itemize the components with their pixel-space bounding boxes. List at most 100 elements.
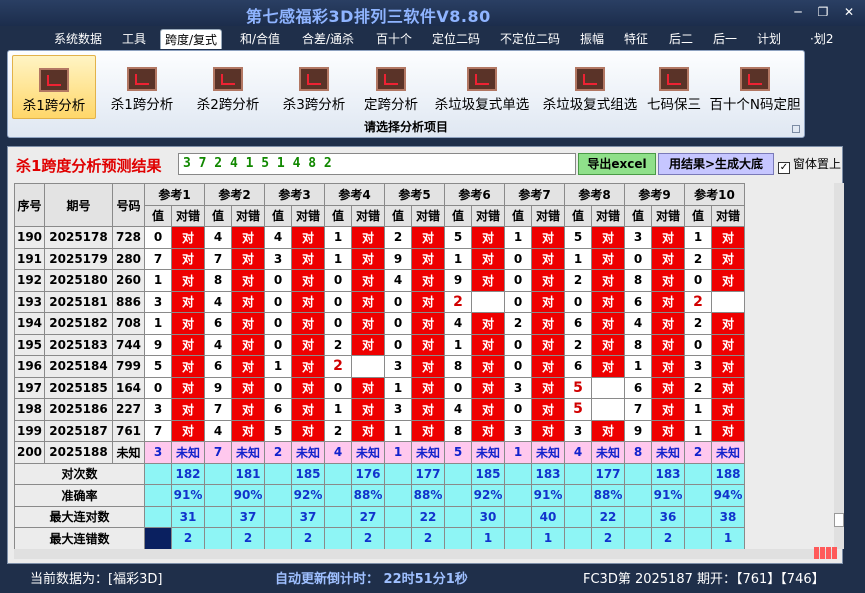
stats-spacer (264, 484, 292, 507)
value-cell: 1 (384, 419, 412, 442)
menu-fixed-two[interactable]: 定位二码 (428, 29, 484, 49)
menu-tools[interactable]: 工具 (118, 29, 150, 49)
menu-hundreds-tens-units[interactable]: 百十个 (372, 29, 416, 49)
check-cell: 未知 (471, 441, 505, 464)
menu-diff-kill[interactable]: 合差/通杀 (298, 29, 358, 49)
value-cell: 0 (504, 290, 532, 313)
check-cell: 对 (291, 269, 325, 292)
value-cell: 0 (144, 376, 172, 399)
table-row[interactable]: 200 2025188 未知 3 未知 7 未知 2 未知 4 未知 1 未知 5 未知 1 未知 4 未知 8 未知 2… (14, 441, 745, 464)
menu-system-data[interactable]: 系统数据 (50, 29, 106, 49)
checkbox-check-icon[interactable]: ✓ (778, 162, 790, 174)
issue-cell: 2025185 (44, 376, 113, 399)
stats-value: 36 (651, 505, 685, 528)
check-header: 对错 (351, 204, 385, 227)
check-cell: 对 (471, 312, 505, 335)
value-cell: 2 (324, 419, 352, 442)
resize-grip[interactable] (814, 547, 842, 561)
issue-cell: 2025178 (44, 226, 113, 249)
chart-icon (659, 67, 689, 91)
check-header: 对错 (711, 204, 745, 227)
analysis-table: 序号 期号 号码 参考1 参考2 参考3 参考4 参考5 参考6 参考7 参考8 参考9 参考10 值对错… (14, 183, 745, 549)
check-cell: 对 (711, 419, 745, 442)
stats-value: 88% (591, 484, 625, 507)
value-cell: 5 (564, 376, 592, 399)
kill-3-span-button[interactable]: 杀3跨分析 (272, 55, 356, 119)
table-row[interactable]: 193 2025181 886 3 对 4 对 0 对 0 对 0 对 2 0 对 0 对 6 对 2 (14, 290, 745, 313)
value-cell: 3 (504, 376, 532, 399)
value-cell: 0 (504, 333, 532, 356)
code-cell: 799 (112, 355, 145, 378)
value-cell: 1 (264, 355, 292, 378)
check-cell: 对 (711, 398, 745, 421)
stats-value: 183 (531, 462, 565, 485)
kill-1-span-button[interactable]: 杀1跨分析 (100, 55, 184, 119)
code-cell: 708 (112, 312, 145, 335)
menu-span-compound[interactable]: 跨度/复式 (160, 29, 223, 49)
check-cell: 对 (291, 312, 325, 335)
stats-label: 对次数 (14, 462, 145, 485)
result-field[interactable]: 3 7 2 4 1 5 1 4 8 2 (178, 153, 576, 175)
table-row[interactable]: 196 2025184 799 5 对 6 对 1 对 2 3 对 8 对 0 对 6 对 1 对 3 对 (14, 355, 745, 378)
kill-junk-single-button[interactable]: 杀垃圾复式单选 (430, 55, 534, 119)
fixed-span-button[interactable]: 定跨分析 (358, 55, 424, 119)
generate-base-button[interactable]: 用结果>生成大底 (658, 153, 774, 175)
table-row[interactable]: 192 2025180 260 1 对 8 对 0 对 0 对 4 对 9 对 0 对 2 对 8 对 0 对 (14, 269, 745, 292)
n-code-dan-button[interactable]: 百十个N码定胆 (708, 55, 802, 119)
table-row[interactable]: 199 2025187 761 7 对 4 对 5 对 2 对 1 对 8 对 3 对 3 对 9 对 1 对 (14, 419, 745, 442)
menu-amplitude[interactable]: 振幅 (576, 29, 608, 49)
minimize-button[interactable]: ─ (787, 4, 809, 20)
value-cell: 3 (684, 355, 712, 378)
table-row[interactable]: 190 2025178 728 0 对 4 对 4 对 1 对 2 对 5 对 1 对 5 对 3 对 1 对 (14, 226, 745, 249)
kill-2-span-button[interactable]: 杀2跨分析 (186, 55, 270, 119)
stats-value: 91% (171, 484, 205, 507)
table-row[interactable]: 195 2025183 744 9 对 4 对 0 对 2 对 0 对 1 对 0 对 2 对 8 对 0 对 (14, 333, 745, 356)
menu-last-one[interactable]: 后一 (709, 29, 741, 49)
stats-spacer (324, 484, 352, 507)
check-cell: 未知 (231, 441, 265, 464)
value-cell: 9 (204, 376, 232, 399)
menu-sum-value[interactable]: 和/合值 (236, 29, 284, 49)
stats-spacer (384, 505, 412, 528)
value-cell: 1 (324, 226, 352, 249)
value-cell: 4 (384, 269, 412, 292)
check-cell: 对 (291, 355, 325, 378)
close-button[interactable]: ✕ (838, 4, 860, 20)
menu-feature[interactable]: 特征 (620, 29, 652, 49)
table-row[interactable]: 197 2025185 164 0 对 9 对 0 对 0 对 1 对 0 对 3 对 5 6 对 2 对 (14, 376, 745, 399)
check-cell: 对 (231, 333, 265, 356)
value-cell: 5 (444, 441, 472, 464)
seven-code-button[interactable]: 七码保三 (644, 55, 704, 119)
value-cell: 9 (444, 269, 472, 292)
value-header: 值 (564, 204, 592, 227)
table-row[interactable]: 191 2025179 280 7 对 7 对 3 对 1 对 9 对 1 对 0 对 1 对 0 对 2 对 (14, 247, 745, 270)
kill-junk-group-button[interactable]: 杀垃圾复式组选 (538, 55, 642, 119)
check-cell: 对 (711, 247, 745, 270)
value-cell: 3 (504, 419, 532, 442)
menu-plan-2[interactable]: ·划2 (806, 29, 837, 49)
horizontal-scrollbar[interactable] (14, 549, 832, 559)
code-cell: 227 (112, 398, 145, 421)
kill-1-span-button-active[interactable]: 杀1跨分析 (12, 55, 96, 119)
stats-value: 88% (351, 484, 385, 507)
stats-spacer (564, 484, 592, 507)
check-cell: 对 (231, 226, 265, 249)
scrollbar-thumb[interactable] (834, 513, 844, 527)
chart-icon (740, 67, 770, 91)
table-row[interactable]: 194 2025182 708 1 对 6 对 0 对 0 对 0 对 4 对 2 对 6 对 4 对 2 对 (14, 312, 745, 335)
menu-plan[interactable]: 计划 (753, 29, 785, 49)
dialog-launcher-icon[interactable] (792, 125, 800, 133)
export-excel-button[interactable]: 导出excel (578, 153, 656, 175)
issue-cell: 2025187 (44, 419, 113, 442)
vertical-scrollbar[interactable] (834, 183, 844, 549)
table-row[interactable]: 198 2025186 227 3 对 7 对 6 对 1 对 3 对 4 对 0 对 5 7 对 1 对 (14, 398, 745, 421)
stats-value: 185 (291, 462, 325, 485)
value-cell: 6 (204, 355, 232, 378)
menu-unfixed-two[interactable]: 不定位二码 (496, 29, 564, 49)
maximize-button[interactable]: ❐ (812, 4, 834, 20)
check-cell: 对 (231, 355, 265, 378)
topmost-checkbox[interactable]: ✓ 窗体置上 (778, 155, 841, 174)
menu-last-two[interactable]: 后二 (665, 29, 697, 49)
check-cell: 对 (411, 419, 445, 442)
value-cell: 0 (504, 355, 532, 378)
